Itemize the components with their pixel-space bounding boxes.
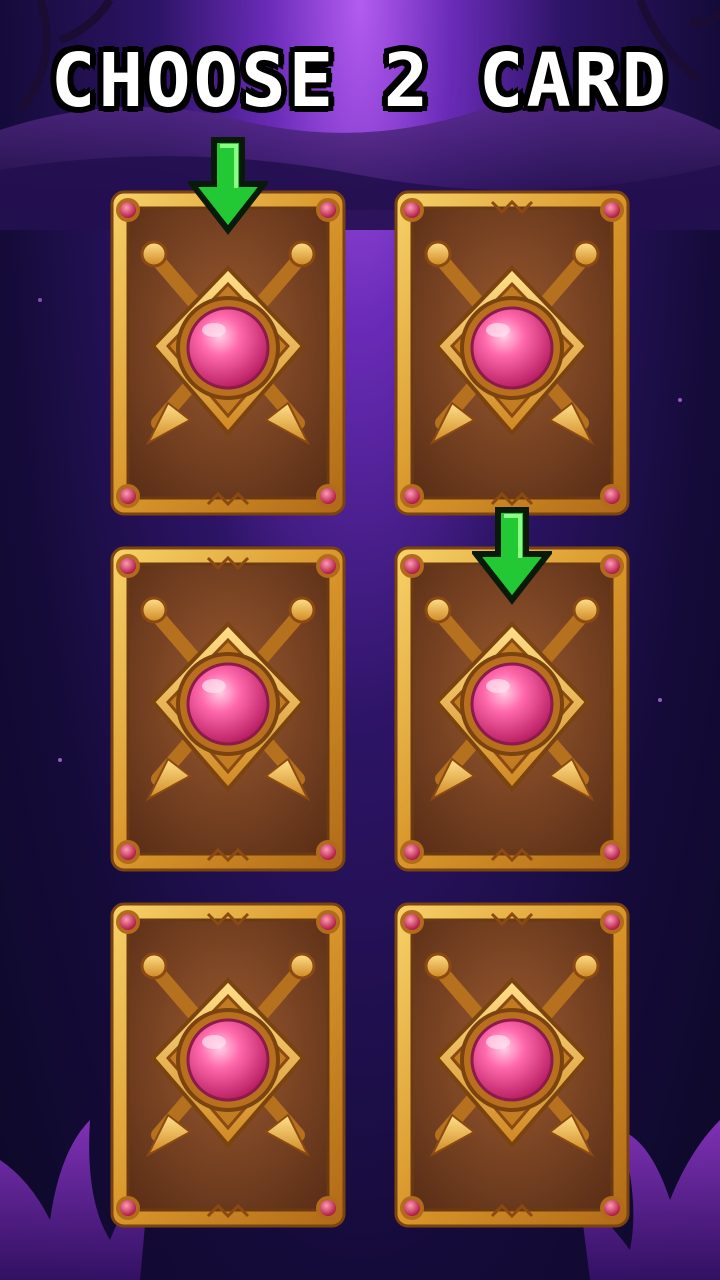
down-arrow-icon — [188, 136, 268, 236]
card-r1-c2[interactable] — [392, 188, 632, 518]
card-r2-c1[interactable] — [108, 544, 348, 874]
card-back-icon — [108, 900, 348, 1230]
card-back-icon — [108, 544, 348, 874]
card-back-icon — [392, 900, 632, 1230]
card-r1-c1[interactable] — [108, 188, 348, 518]
card-grid — [0, 0, 720, 1280]
down-arrow-icon — [472, 506, 552, 606]
card-back-icon — [108, 188, 348, 518]
card-r3-c2[interactable] — [392, 900, 632, 1230]
card-r3-c1[interactable] — [108, 900, 348, 1230]
card-back-icon — [392, 188, 632, 518]
